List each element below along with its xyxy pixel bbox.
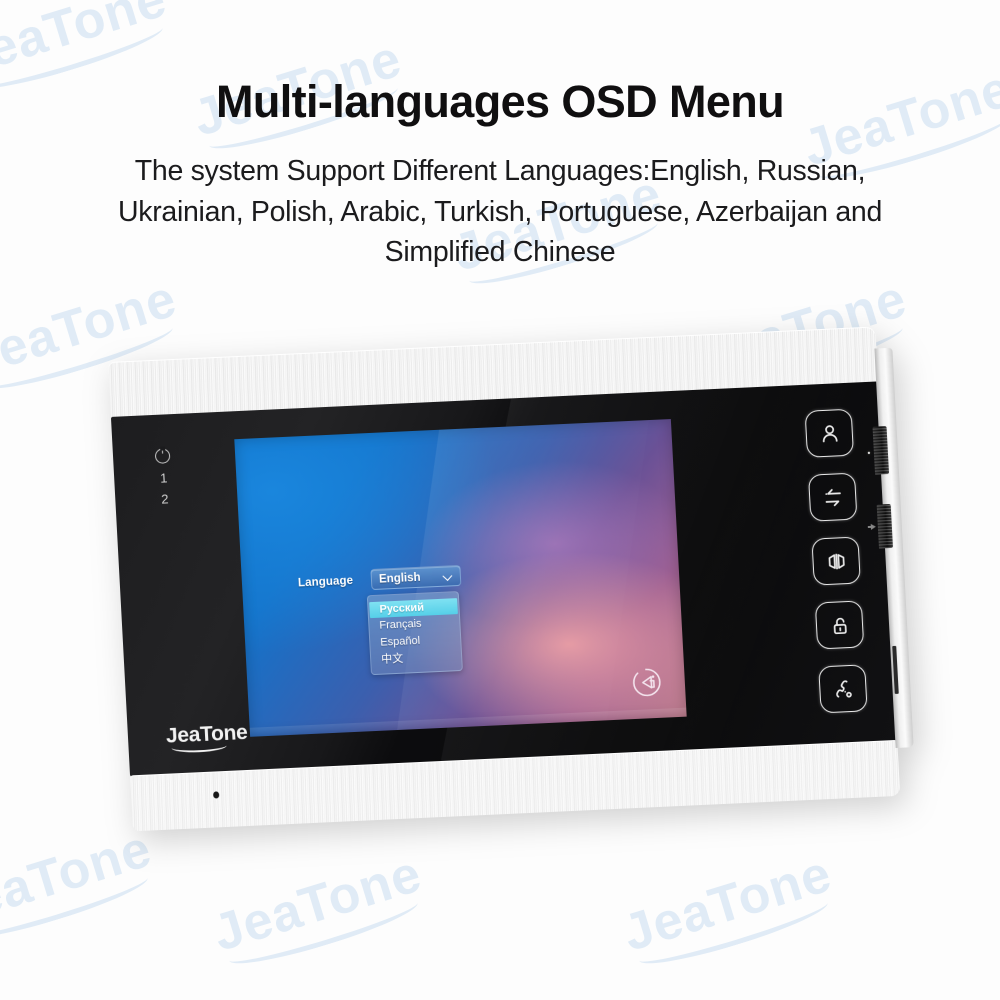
header-block: Multi-languages OSD Menu The system Supp… xyxy=(0,78,1000,273)
transfer-button[interactable] xyxy=(807,472,858,522)
language-select[interactable]: English xyxy=(370,564,462,591)
brand-swoosh-icon xyxy=(171,739,228,754)
transfer-arrows-icon xyxy=(819,484,846,511)
indicator-label-1: 1 xyxy=(159,470,168,486)
volume-knob[interactable] xyxy=(872,426,890,475)
back-arrow-icon[interactable] xyxy=(630,666,664,699)
indicator-cluster: 1 2 xyxy=(154,448,173,507)
person-icon xyxy=(816,420,843,447)
unlock-button[interactable] xyxy=(814,600,865,650)
lock-icon xyxy=(826,611,853,638)
indicator-label-2: 2 xyxy=(160,491,169,507)
page-title: Multi-languages OSD Menu xyxy=(215,76,785,127)
language-select-value: English xyxy=(378,571,421,586)
screen-mirror-icon xyxy=(822,547,849,574)
phone-handset-icon xyxy=(829,675,856,702)
osd-language-row: Language English xyxy=(297,564,462,594)
device-front-panel: 1 2 JeaTone Language English Русский Fra… xyxy=(110,381,898,777)
language-dropdown-list[interactable]: Русский Français Español 中文 xyxy=(366,591,463,676)
touch-key-panel xyxy=(804,408,868,714)
microphone-hole xyxy=(213,791,220,799)
language-option[interactable]: 中文 xyxy=(371,647,462,667)
language-label: Language xyxy=(297,574,354,589)
screen-settings-button[interactable] xyxy=(811,536,861,586)
chevron-down-icon xyxy=(444,571,453,580)
power-icon xyxy=(154,448,171,464)
page-subtitle: The system Support Different Languages:E… xyxy=(118,155,882,269)
screen-bottom-band xyxy=(249,707,687,737)
brand-logo: JeaTone xyxy=(165,721,248,754)
knob-gear-icon xyxy=(863,445,874,457)
video-intercom-monitor: 1 2 JeaTone Language English Русский Fra… xyxy=(108,326,914,832)
knob-arrow-icon xyxy=(867,519,878,530)
page-root: JeaTone JeaTone JeaTone JeaTone JeaTone … xyxy=(0,0,1000,1000)
talk-button[interactable] xyxy=(818,664,868,714)
brightness-knob[interactable] xyxy=(876,503,894,549)
lcd-screen[interactable]: Language English Русский Français Español 中… xyxy=(234,419,687,737)
monitor-call-button[interactable] xyxy=(804,408,855,458)
